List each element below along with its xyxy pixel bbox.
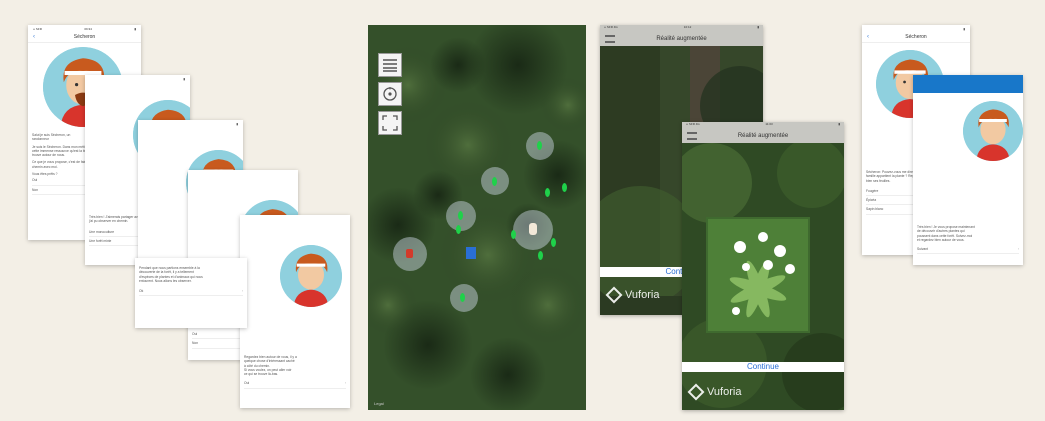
nav-bar: Réalité augmentée	[682, 129, 844, 143]
carrier-label: •• SFR 4G	[686, 122, 700, 126]
answer-label: Oui	[244, 381, 250, 386]
answer-label: Oui	[32, 178, 38, 183]
answer-label: Une monoculture	[89, 229, 115, 234]
user-location-icon	[529, 223, 537, 235]
back-icon[interactable]: ‹	[33, 34, 35, 40]
answer-label: Ok	[139, 289, 144, 294]
ar-screen-2: •• SFR 4G 11:03 ▮ Réalité augmentée Contin…	[682, 122, 844, 410]
map-pin-icon[interactable]	[562, 183, 567, 192]
status-bar: ▮	[85, 75, 190, 82]
map-pin-icon[interactable]	[538, 251, 543, 260]
answer-label: Sapin blanc	[866, 207, 884, 212]
map-legal-label[interactable]: Legal	[374, 401, 384, 406]
carrier-label: •• SFR	[33, 26, 42, 31]
vuforia-brand: Vuforia	[687, 383, 741, 401]
nav-title: Sécheron	[905, 34, 927, 40]
status-bar: ▮	[138, 120, 243, 127]
answer-option[interactable]: Oui›	[244, 379, 346, 389]
map-pin-icon[interactable]	[537, 141, 542, 150]
menu-icon[interactable]	[605, 35, 615, 43]
nav-bar: Réalité augmentée	[600, 32, 763, 46]
battery-icon: ▮	[183, 76, 185, 81]
chat-screen-right-2: Très bien ! Je vous propose maintenant d…	[913, 75, 1023, 265]
continue-button[interactable]: Continue	[682, 362, 844, 372]
map-pin-icon[interactable]	[545, 188, 550, 197]
map-pin-icon[interactable]	[456, 225, 461, 234]
answer-label: Oui	[192, 332, 198, 336]
status-time: 09:34	[84, 26, 92, 31]
vuforia-brand: Vuforia	[605, 286, 659, 304]
answer-option[interactable]: Suivant ›	[917, 245, 1019, 255]
avatar	[963, 101, 1023, 161]
fullscreen-icon[interactable]	[378, 111, 402, 135]
compass-icon[interactable]	[378, 82, 402, 106]
nav-bar: ‹ Sécheron	[862, 32, 970, 43]
collage: •• SFR 09:34 ▮ ‹ Sécheron Salut je suis Séc…	[0, 0, 1045, 421]
chat-text: ce qui se trouve là-bas.	[244, 372, 279, 377]
avatar	[280, 245, 342, 307]
ar-plant-card	[706, 217, 810, 333]
status-bar: •• SFR 09:34 ▮	[28, 25, 141, 32]
status-time: 11:03	[765, 122, 773, 126]
user-location-icon	[406, 249, 413, 258]
map-pin-icon[interactable]	[551, 238, 556, 247]
status-time: 10:12	[683, 25, 692, 29]
answer-label: Épicéa	[866, 198, 877, 203]
nav-title: Réalité augmentée	[737, 133, 789, 139]
status-bar: •• SFR 4G 11:03 ▮	[682, 122, 844, 129]
answer-label: Suivant	[917, 247, 928, 252]
vuforia-logo-icon	[687, 383, 705, 401]
map-pin-icon[interactable]	[511, 230, 516, 239]
carrier-label: •• SFR 4G	[604, 25, 618, 29]
battery-icon: ▮	[963, 26, 965, 31]
status-bar: •• SFR 4G 10:12 ▮	[600, 25, 763, 32]
back-icon[interactable]: ‹	[867, 34, 869, 40]
chat-screen-4: Pendant que nous partions ensemble à la …	[135, 258, 247, 328]
nav-bar	[913, 75, 1023, 93]
menu-icon[interactable]	[687, 132, 697, 140]
map-pin-icon[interactable]	[492, 177, 497, 186]
answer-label: Fougère	[866, 188, 879, 193]
status-bar: ▮	[862, 25, 970, 32]
battery-icon: ▮	[236, 121, 238, 126]
battery-icon: ▮	[134, 26, 136, 31]
nav-bar: ‹ Sécheron	[28, 32, 141, 43]
answer-label: Non	[32, 187, 39, 192]
info-icon[interactable]	[466, 247, 476, 259]
nav-title: Réalité augmentée	[656, 36, 707, 42]
nav-title: Sécheron	[73, 34, 96, 40]
flower-image	[708, 219, 808, 331]
chat-text: et regardez bien autour de vous.	[917, 237, 965, 242]
map-pin-icon[interactable]	[460, 293, 465, 302]
answer-option[interactable]: Ok ›	[139, 287, 243, 297]
vuforia-logo-icon	[605, 286, 623, 304]
chat-text: entourent. Nous allons les observer.	[139, 278, 192, 283]
list-icon[interactable]	[378, 53, 402, 77]
answer-label: Non	[192, 341, 199, 346]
chat-screen-6: Regardez bien autour de vous, il y a que…	[240, 215, 350, 408]
map-pin-icon[interactable]	[458, 211, 463, 220]
map-view[interactable]: Legal	[368, 25, 586, 410]
answer-label: Une forêt mixte	[89, 238, 112, 243]
